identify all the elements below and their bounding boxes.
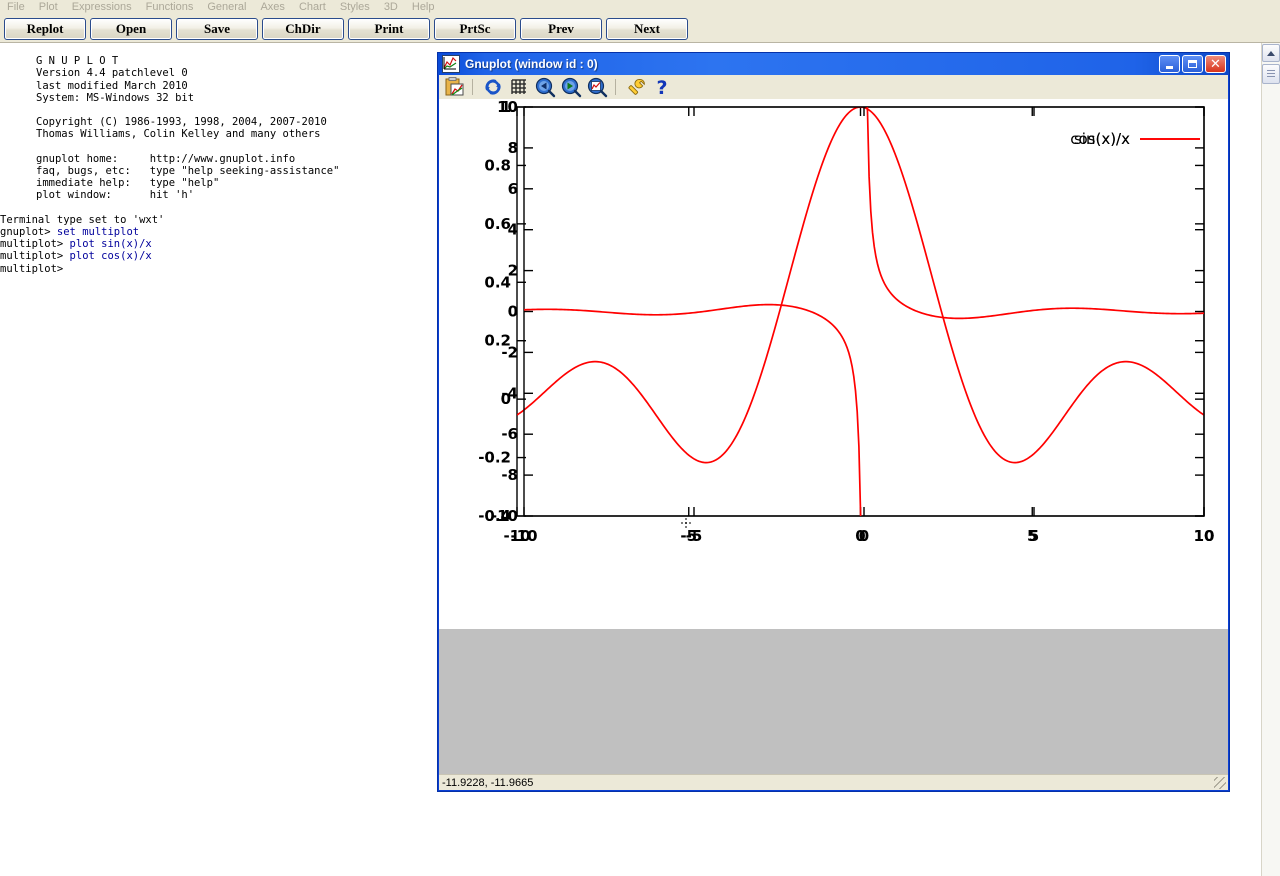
menu-item-3d[interactable]: 3D [377,0,405,15]
curve-cos(x)/x [524,303,862,516]
plot-layer-1: -10 -8 -6 -4 -2 0 2 4 6 8 10 -10 -5 0 5 10 cos(x)/x [491,99,1215,545]
curve-sin(x)/x [517,107,1204,464]
console-vertical-scrollbar[interactable] [1261,43,1280,876]
curve-cos(x)/x [866,107,1204,320]
save-button[interactable]: Save [176,17,258,40]
main-toolbar: Replot Open Save ChDir Print PrtSc Prev Next [0,15,1280,43]
y-tick-label: -2 [501,343,518,361]
maximize-button[interactable] [1182,55,1203,73]
menu-item-styles[interactable]: Styles [333,0,377,15]
gnuplot-plot-window[interactable]: Gnuplot (window id : 0) ✕ ? -0.4 -0.2 0 … [437,52,1230,792]
plot-drawing-area[interactable]: -0.4 -0.2 0 0.2 0.4 0.6 0.8 1 -10 -5 0 5 10 sin(x)/x -… [439,99,1228,629]
menu-item-axes[interactable]: Axes [253,0,291,15]
grid-icon[interactable] [508,76,530,98]
plot-canvas[interactable]: -0.4 -0.2 0 0.2 0.4 0.6 0.8 1 -10 -5 0 5 10 sin(x)/x -… [439,99,1228,777]
y-tick-label: 0.8 [484,156,511,174]
y-tick-label: -4 [501,384,518,402]
y-tick-label: 4 [508,221,518,239]
y-tick-label: 0 [508,303,518,321]
close-button[interactable]: ✕ [1205,55,1226,73]
plot-toolbar[interactable]: ? [439,75,1228,100]
minimize-button[interactable] [1159,55,1180,73]
svg-text:?: ? [656,77,667,98]
menu-item-functions[interactable]: Functions [139,0,201,15]
gnuplot-multiplot-chart: -0.4-0.200.20.40.60.81-10 -5 0 5 10sin(x)/x-… [478,99,1215,545]
help-icon[interactable]: ? [651,76,673,98]
plot-window-titlebar[interactable]: Gnuplot (window id : 0) ✕ [438,53,1229,75]
print-button[interactable]: Print [348,17,430,40]
y-tick-label: -8 [501,466,518,484]
plot-layer-0: -0.4-0.200.20.40.60.81-10 -5 0 5 10sin(x)/x [478,99,1214,545]
replot-icon[interactable] [482,76,504,98]
chdir-button[interactable]: ChDir [262,17,344,40]
options-wrench-icon[interactable] [625,76,647,98]
menu-item-file[interactable]: File [0,0,32,15]
prtsc-button[interactable]: PrtSc [434,17,516,40]
menu-item-plot[interactable]: Plot [32,0,65,15]
resize-grip[interactable] [1214,777,1226,789]
scroll-up-arrow-icon[interactable] [1262,44,1280,62]
zoom-next-icon[interactable] [560,76,582,98]
y-tick-label: 6 [508,180,518,198]
x-tick-label: 0 [859,527,869,545]
replot-button[interactable]: Replot [4,17,86,40]
x-tick-label: 10 [1194,527,1215,545]
x-tick-label: -10 [510,527,537,545]
y-tick-label: -6 [501,425,518,443]
legend-label: cos(x)/x [1070,130,1130,148]
x-tick-label: 5 [1029,527,1039,545]
open-button[interactable]: Open [90,17,172,40]
copy-to-clipboard-icon[interactable] [443,76,465,98]
plot-statusbar: -11.9228, -11.9665 [439,774,1228,790]
window-controls[interactable]: ✕ [1159,55,1226,73]
y-tick-label: 8 [508,139,518,157]
menu-item-general[interactable]: General [200,0,253,15]
autoscale-icon[interactable] [586,76,608,98]
mouse-coordinates: -11.9228, -11.9665 [442,776,534,789]
y-tick-label: 10 [497,99,518,116]
scrollbar-thumb[interactable] [1262,64,1280,84]
next-button[interactable]: Next [606,17,688,40]
menu-item-chart[interactable]: Chart [292,0,333,15]
toolbar-separator-2 [615,79,616,95]
y-tick-label: 2 [508,262,518,280]
gnuplot-app-icon [442,55,460,73]
y-tick-label: -0.2 [478,449,511,467]
y-tick-label: -10 [491,507,518,525]
menu-item-expressions[interactable]: Expressions [65,0,139,15]
toolbar-separator-1 [472,79,473,95]
zoom-previous-icon[interactable] [534,76,556,98]
plot-window-title: Gnuplot (window id : 0) [465,57,598,71]
prev-button[interactable]: Prev [520,17,602,40]
x-tick-label: -5 [686,527,703,545]
menu-bar: File Plot Expressions Functions General Axes C… [0,0,1280,15]
menu-item-help[interactable]: Help [405,0,442,15]
